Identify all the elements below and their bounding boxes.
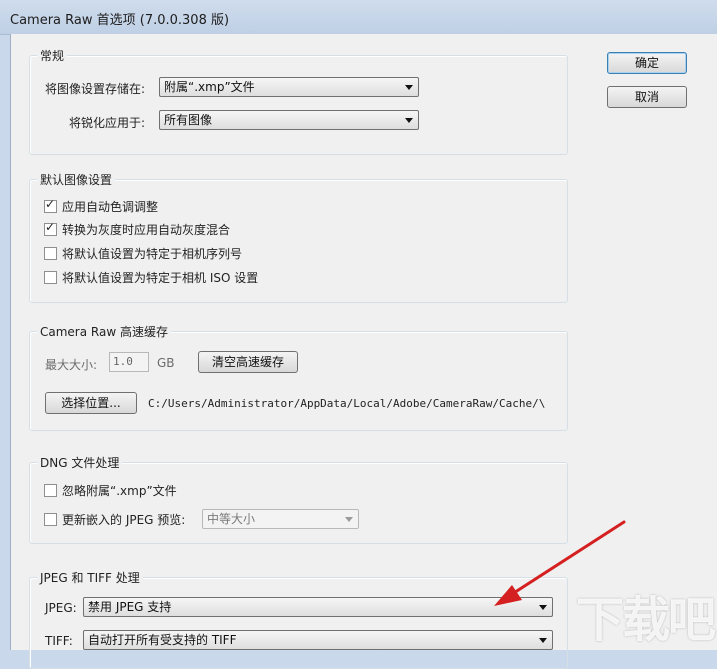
tiff-handling-select[interactable]: 自动打开所有受支持的 TIFF: [83, 630, 553, 650]
cache-size-label: 最大大小:: [45, 358, 98, 372]
save-settings-label: 将图像设置存储在:: [45, 82, 146, 96]
update-preview-label: 更新嵌入的 JPEG 预览:: [62, 513, 186, 527]
tiff-label: TIFF:: [45, 634, 73, 648]
save-settings-select[interactable]: 附属“.xmp”文件: [159, 77, 419, 97]
chevron-down-icon: [345, 517, 353, 522]
cache-group: Camera Raw 高速缓存: [29, 323, 568, 431]
ignore-xmp-label: 忽略附属“.xmp”文件: [62, 484, 177, 498]
tiff-handling-value: 自动打开所有受支持的 TIFF: [88, 633, 237, 647]
auto-grayscale-checkbox[interactable]: [44, 220, 57, 236]
auto-grayscale-label: 转换为灰度时应用自动灰度混合: [62, 223, 231, 237]
select-location-button[interactable]: 选择位置...: [45, 392, 137, 414]
chevron-down-icon: [539, 638, 547, 643]
title-bar: Camera Raw 首选项 (7.0.0.308 版): [0, 0, 717, 35]
chevron-down-icon: [539, 605, 547, 610]
sharpen-value: 所有图像: [164, 113, 213, 127]
cancel-button[interactable]: 取消: [607, 86, 687, 108]
dng-group: DNG 文件处理: [29, 454, 568, 544]
cache-path: C:/Users/Administrator/AppData/Local/Ado…: [148, 397, 546, 410]
sharpen-select[interactable]: 所有图像: [159, 110, 419, 130]
dialog-client: 确定 取消 常规 将图像设置存储在: 附属“.xmp”文件 将锐化应用于: 所有…: [10, 34, 717, 669]
general-legend: 常规: [37, 47, 68, 64]
ok-button[interactable]: 确定: [607, 52, 687, 74]
serial-default-label: 将默认值设置为特定于相机序列号: [62, 247, 243, 261]
purge-cache-button[interactable]: 清空高速缓存: [198, 351, 298, 373]
jpeg-handling-select[interactable]: 禁用 JPEG 支持: [83, 597, 553, 617]
serial-default-checkbox[interactable]: [44, 247, 57, 260]
watermark-logo: 下载吧: [575, 592, 716, 648]
jpeg-tiff-group: JPEG 和 TIFF 处理: [29, 569, 568, 669]
auto-tone-label: 应用自动色调调整: [62, 200, 159, 214]
dng-legend: DNG 文件处理: [37, 454, 123, 471]
general-group: 常规: [29, 47, 568, 155]
default-settings-legend: 默认图像设置: [37, 171, 116, 188]
cache-size-unit: GB: [157, 356, 175, 370]
jpeg-tiff-legend: JPEG 和 TIFF 处理: [37, 569, 143, 586]
sharpen-label: 将锐化应用于:: [69, 116, 146, 130]
cache-legend: Camera Raw 高速缓存: [37, 323, 171, 340]
update-preview-checkbox[interactable]: [44, 513, 57, 526]
auto-tone-checkbox[interactable]: [44, 197, 57, 213]
chevron-down-icon: [405, 85, 413, 90]
iso-default-checkbox[interactable]: [44, 271, 57, 284]
preview-size-select[interactable]: 中等大小: [202, 509, 359, 529]
preview-size-value: 中等大小: [207, 512, 256, 526]
jpeg-label: JPEG:: [45, 601, 77, 615]
save-settings-value: 附属“.xmp”文件: [164, 80, 255, 94]
jpeg-handling-value: 禁用 JPEG 支持: [88, 600, 172, 614]
iso-default-label: 将默认值设置为特定于相机 ISO 设置: [62, 271, 259, 285]
window-title: Camera Raw 首选项 (7.0.0.308 版): [10, 13, 230, 28]
ignore-xmp-checkbox[interactable]: [44, 484, 57, 497]
cache-size-input[interactable]: 1.0: [109, 352, 149, 372]
chevron-down-icon: [405, 118, 413, 123]
